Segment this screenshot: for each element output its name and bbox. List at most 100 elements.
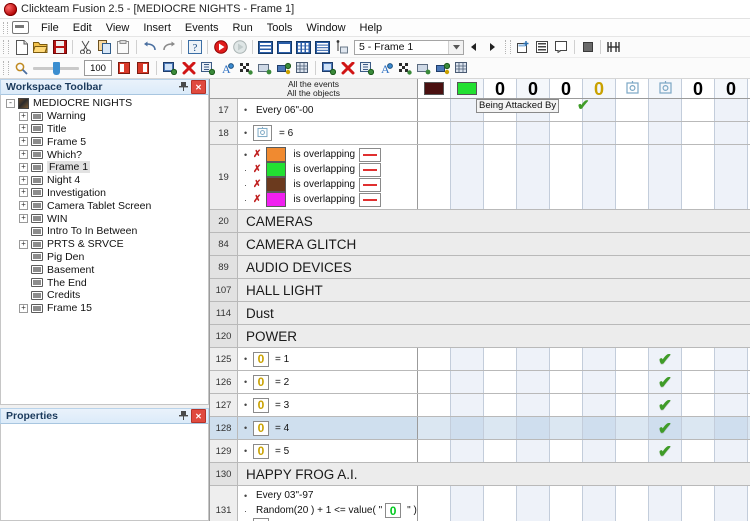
action-cell[interactable]	[649, 145, 682, 209]
workspace-tree[interactable]: - MEDIOCRE NIGHTS + Warning + Title +	[0, 95, 209, 405]
action-cell[interactable]	[616, 122, 649, 144]
action-cell[interactable]	[715, 348, 748, 370]
action-cell[interactable]	[451, 145, 484, 209]
condition-line[interactable]: ·✗is overlapping	[244, 192, 417, 207]
help-button[interactable]: ?	[185, 38, 204, 56]
negate-x-icon[interactable]: ✗	[253, 194, 261, 205]
event-list-editor-button[interactable]	[313, 38, 332, 56]
action-cell[interactable]	[484, 348, 517, 370]
tree-expander-root[interactable]: -	[6, 99, 15, 108]
sidebar-item-intro-to-in-between[interactable]: Intro To In Between	[1, 225, 208, 238]
action-cell[interactable]	[451, 440, 484, 462]
line-object-icon[interactable]	[359, 148, 381, 162]
action-cell[interactable]	[517, 394, 550, 416]
sidebar-item-frame-5[interactable]: + Frame 5	[1, 135, 208, 148]
sidebar-item-win[interactable]: + WIN	[1, 212, 208, 225]
checker-transparency-icon[interactable]	[236, 59, 255, 77]
action-cell[interactable]	[484, 440, 517, 462]
properties-content[interactable]	[0, 424, 209, 521]
menu-item-tools[interactable]: Tools	[260, 21, 300, 35]
event-condition-cell[interactable]: •Every 06"-00	[238, 99, 418, 121]
grid-icon[interactable]	[293, 59, 312, 77]
counter-object-icon[interactable]: 0	[385, 503, 401, 518]
action-cell[interactable]: ✔	[649, 417, 682, 439]
sidebar-item-pig-den[interactable]: Pig Den	[1, 251, 208, 264]
action-cell[interactable]	[616, 348, 649, 370]
condition-line[interactable]: •✗is overlapping	[244, 147, 417, 162]
action-cell[interactable]	[715, 145, 748, 209]
zoom-slider-thumb[interactable]	[53, 62, 60, 75]
save-file-button[interactable]	[50, 38, 69, 56]
condition-line[interactable]: •0= 2	[244, 375, 417, 390]
next-frame-button[interactable]	[483, 38, 502, 56]
action-cell[interactable]	[682, 417, 715, 439]
sidebar-item-camera-tablet-screen[interactable]: + Camera Tablet Screen	[1, 199, 208, 212]
line-object-icon[interactable]	[359, 163, 381, 177]
condition-object-swatch[interactable]	[266, 177, 286, 192]
action-cell[interactable]	[550, 486, 583, 521]
delete-red-x-icon-2[interactable]	[338, 59, 357, 77]
action-cell[interactable]	[418, 371, 451, 393]
timer-object-icon[interactable]	[253, 125, 272, 141]
event-condition-cell[interactable]: •✗is overlapping·✗is overlapping·✗is ove…	[238, 145, 418, 209]
align-right-button[interactable]	[134, 59, 153, 77]
action-cell[interactable]	[484, 486, 517, 521]
object-align-button-2[interactable]	[433, 59, 452, 77]
event-group-row[interactable]: 130HAPPY FROG A.I.	[210, 463, 750, 486]
zoom-slider[interactable]	[33, 67, 79, 70]
action-cell[interactable]	[616, 99, 649, 121]
object-counter-black-3[interactable]: 0	[550, 79, 583, 98]
condition-line[interactable]: •0= 4	[244, 421, 417, 436]
action-cell[interactable]	[682, 348, 715, 370]
delete-red-x-icon[interactable]	[179, 59, 198, 77]
action-cell[interactable]	[550, 394, 583, 416]
previous-frame-button[interactable]	[464, 38, 483, 56]
paste-button[interactable]	[114, 38, 133, 56]
insert-object-button-2[interactable]	[319, 59, 338, 77]
action-cell[interactable]	[484, 145, 517, 209]
action-cell[interactable]	[418, 145, 451, 209]
tree-expander[interactable]: +	[19, 124, 28, 133]
action-cell[interactable]	[418, 394, 451, 416]
object-counter-gold[interactable]: 0	[583, 79, 616, 98]
action-cell[interactable]	[649, 486, 682, 521]
action-cell[interactable]	[682, 371, 715, 393]
sidebar-item-frame-1[interactable]: + Frame 1	[1, 161, 208, 174]
action-cell[interactable]	[715, 371, 748, 393]
run-application-button[interactable]	[211, 38, 230, 56]
action-cell[interactable]	[418, 440, 451, 462]
event-condition-cell[interactable]: •Every 03"-97·Random(20 ) + 1 <= value( …	[238, 486, 418, 521]
event-condition-cell[interactable]: •0= 4	[238, 417, 418, 439]
object-shadow-button[interactable]	[255, 59, 274, 77]
event-row[interactable]: 128•0= 4✔	[210, 417, 750, 440]
condition-line[interactable]: •Every 03"-97	[244, 488, 417, 503]
menu-item-events[interactable]: Events	[178, 21, 226, 35]
action-cell[interactable]	[451, 371, 484, 393]
action-cell[interactable]	[682, 486, 715, 521]
condition-line[interactable]: •0= 1	[244, 352, 417, 367]
expand-collapse-button[interactable]	[578, 38, 597, 56]
tree-expander[interactable]: +	[19, 188, 28, 197]
event-condition-cell[interactable]: •= 6	[238, 122, 418, 144]
object-counter-black-4[interactable]: 0	[682, 79, 715, 98]
storyboard-editor-button[interactable]	[256, 38, 275, 56]
eyedropper-icon-2[interactable]: A	[376, 59, 395, 77]
action-cell[interactable]	[550, 417, 583, 439]
action-cell[interactable]: ✔	[649, 440, 682, 462]
action-cell[interactable]	[418, 348, 451, 370]
tree-expander[interactable]: +	[19, 150, 28, 159]
new-line-button[interactable]	[533, 38, 552, 56]
cut-button[interactable]	[76, 38, 95, 56]
tree-expander[interactable]: +	[19, 163, 28, 172]
object-properties-button[interactable]	[198, 59, 217, 77]
event-group-row[interactable]: 20CAMERAS	[210, 210, 750, 233]
action-cell[interactable]	[682, 99, 715, 121]
menu-item-run[interactable]: Run	[226, 21, 260, 35]
sidebar-item-which[interactable]: + Which?	[1, 148, 208, 161]
action-cell[interactable]	[715, 486, 748, 521]
object-properties-button-2[interactable]	[357, 59, 376, 77]
action-cell[interactable]	[451, 348, 484, 370]
counter-object-icon[interactable]: 0	[253, 352, 269, 367]
menu-item-insert[interactable]: Insert	[136, 21, 178, 35]
event-rows-container[interactable]: 17•Every 06"-0018•= 619•✗is overlapping·…	[210, 99, 750, 521]
